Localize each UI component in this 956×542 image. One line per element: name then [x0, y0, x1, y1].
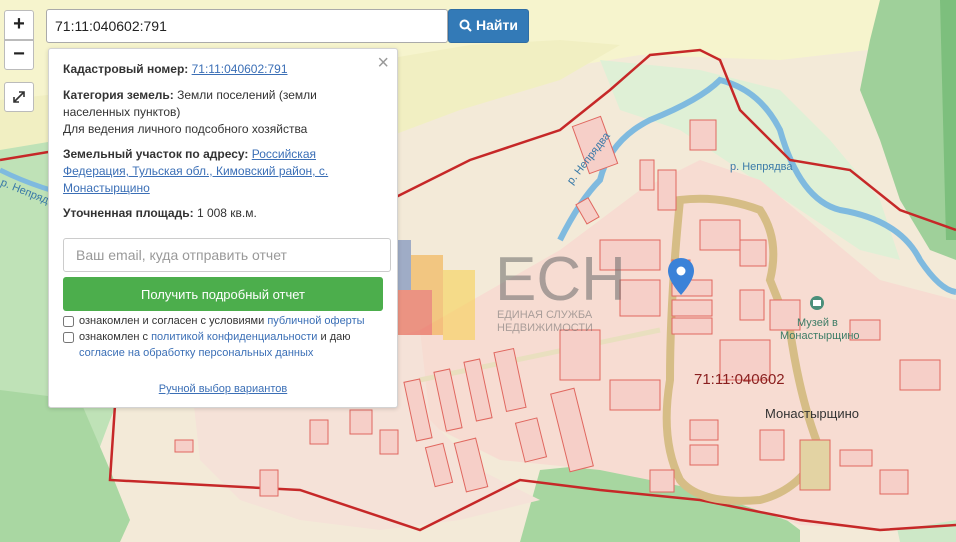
search-button[interactable]: Найти — [448, 9, 529, 43]
museum-icon — [810, 296, 824, 310]
parcel — [309, 419, 329, 445]
personal-data-link[interactable]: согласие на обработку персональных данны… — [79, 347, 313, 359]
search-button-label: Найти — [476, 17, 518, 33]
parcel — [379, 429, 399, 455]
parcel — [671, 317, 713, 335]
address-label: Земельный участок по адресу: — [63, 147, 249, 161]
parcel — [759, 429, 785, 461]
village-label: Монастырщино — [765, 406, 859, 421]
get-report-button[interactable]: Получить подробный отчет — [63, 277, 383, 311]
offer-consent-text: ознакомлен и согласен с условиями публич… — [79, 313, 365, 329]
public-offer-link[interactable]: публичной оферты — [267, 315, 364, 327]
address-row: Земельный участок по адресу: Российская … — [63, 146, 363, 197]
cadastral-row: Кадастровый номер: 71:11:040602:791 — [63, 61, 363, 78]
parcel — [739, 239, 767, 267]
category-value: Земли поселений (земли — [177, 88, 317, 102]
parcel — [799, 439, 831, 491]
parcel — [689, 419, 719, 441]
consent-label: ознакомлен с — [79, 331, 149, 343]
land-use-value: Для ведения личного подсобного хозяйства — [63, 122, 308, 136]
offer-consent-checkbox[interactable] — [63, 316, 74, 327]
consent-label: ознакомлен и согласен с условиями — [79, 315, 265, 327]
watermark-logo-block — [443, 270, 475, 340]
parcel — [657, 169, 677, 211]
search-input[interactable] — [46, 9, 448, 43]
river-label: р. Непрядва — [730, 161, 793, 173]
parcel — [699, 219, 741, 251]
area-value: 1 008 кв.м. — [196, 206, 257, 220]
watermark-line1: ЕДИНАЯ СЛУЖБА — [497, 309, 593, 321]
parcel — [879, 469, 909, 495]
area-row: Уточненная площадь: 1 008 кв.м. — [63, 205, 363, 222]
search-icon — [459, 19, 472, 35]
cadastral-quarter-label: 71:11:040602 — [694, 371, 785, 388]
personal-data-consent: согласие на обработку персональных данны… — [79, 345, 313, 361]
museum-label: Монастырщино — [780, 330, 860, 342]
cadastral-number-link[interactable]: 71:11:040602:791 — [192, 62, 288, 76]
consent-label: и даю — [320, 331, 351, 343]
parcel — [639, 159, 655, 191]
parcel — [769, 299, 801, 331]
parcel — [259, 469, 279, 497]
expand-icon — [13, 91, 25, 103]
privacy-consent-text: ознакомлен с политикой конфиденциальност… — [79, 329, 389, 345]
category-label: Категория земель: — [63, 88, 174, 102]
privacy-policy-link[interactable]: политикой конфиденциальности — [151, 331, 317, 343]
email-field[interactable] — [63, 238, 391, 272]
cadastral-label: Кадастровый номер: — [63, 62, 189, 76]
parcel — [689, 119, 717, 151]
address-link[interactable]: Монастырщино — [63, 181, 150, 195]
area-label: Уточненная площадь: — [63, 206, 194, 220]
manual-selection-link[interactable]: Ручной выбор вариантов — [159, 383, 287, 395]
parcel — [689, 444, 719, 466]
fullscreen-button[interactable] — [4, 82, 34, 112]
parcel — [671, 299, 713, 317]
museum-label: Музей в — [797, 317, 838, 329]
esn-watermark: ЕСН ЕДИНАЯ СЛУЖБА НЕДВИЖИМОСТИ — [375, 240, 626, 340]
close-icon[interactable]: × — [377, 52, 389, 75]
watermark-line2: НЕДВИЖИМОСТИ — [497, 322, 593, 334]
parcel — [899, 359, 941, 391]
address-link[interactable]: Федерация, Тульская обл., Кимовский райо… — [63, 164, 328, 178]
address-link[interactable]: Российская — [252, 147, 316, 161]
parcel — [619, 279, 661, 317]
parcel — [609, 379, 661, 411]
parcel — [349, 409, 373, 435]
parcel — [839, 449, 873, 467]
manual-selection-row: Ручной выбор вариантов — [49, 383, 397, 395]
category-row: Категория земель: Земли поселений (земли… — [63, 87, 363, 138]
parcel — [649, 469, 675, 493]
parcel — [559, 329, 601, 381]
parcel-info-panel: × Кадастровый номер: 71:11:040602:791 Ка… — [48, 48, 398, 408]
privacy-consent-checkbox[interactable] — [63, 332, 74, 343]
zoom-in-button[interactable]: + — [4, 10, 34, 40]
watermark-letters: ЕСН — [495, 245, 626, 314]
category-value: населенных пунктов) — [63, 105, 181, 119]
parcel — [174, 439, 194, 453]
parcel — [739, 289, 765, 321]
zoom-out-button[interactable]: − — [4, 40, 34, 70]
watermark-logo-block — [392, 290, 432, 335]
